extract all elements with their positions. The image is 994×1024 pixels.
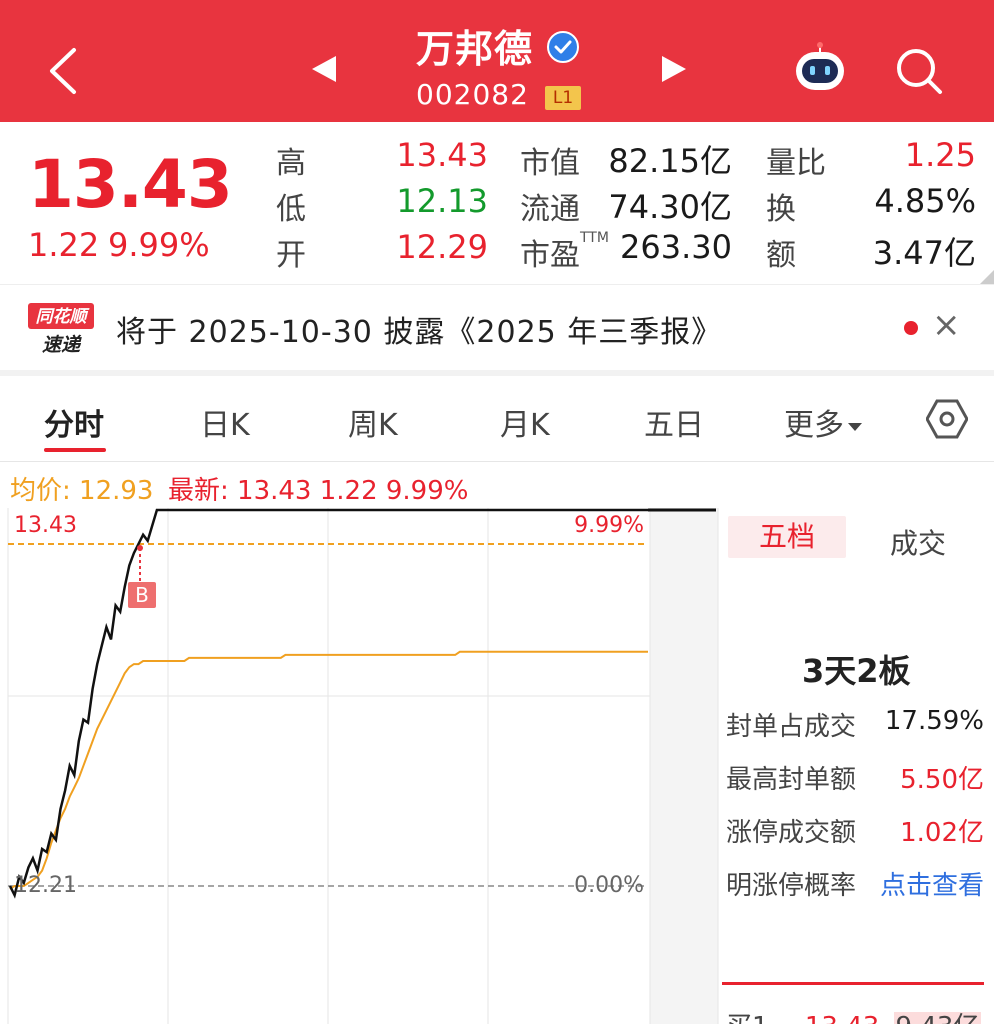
seal-ratio-label: 封单占成交 — [726, 712, 857, 742]
svg-text:同花顺: 同花顺 — [36, 307, 91, 327]
stock-code: 002082 — [416, 78, 529, 111]
y-top-label: 13.43 — [14, 513, 77, 538]
amount-value: 3.47亿 — [872, 234, 976, 272]
float-label: 流通 — [520, 192, 580, 227]
news-text[interactable]: 将于 2025-10-30 披露《2025 年三季报》 — [116, 307, 722, 351]
open-label: 开 — [276, 238, 306, 273]
probability-label: 明涨停概率 — [726, 871, 857, 901]
y-top-pct-label: 9.99% — [574, 513, 644, 538]
close-icon[interactable]: × — [932, 305, 961, 345]
price-series-line — [8, 508, 648, 899]
bid1-price: 13.43 — [805, 1012, 879, 1024]
high-label: 高 — [276, 146, 306, 181]
limit-streak: 3天2板 — [802, 652, 911, 690]
low-label: 低 — [276, 192, 306, 227]
low-value: 12.13 — [396, 182, 488, 220]
series-layer — [8, 508, 716, 899]
settings-hexagon-icon[interactable] — [926, 398, 968, 440]
y-base-pct-label: 0.00% — [574, 873, 644, 898]
turnover-label: 换 — [766, 192, 796, 227]
intraday-chart-svg: B 13.43 9.99% 12.21 0.00% — [7, 508, 719, 1024]
search-icon[interactable] — [892, 44, 946, 98]
pe-value: 263.30 — [620, 228, 732, 266]
prev-stock-icon[interactable] — [308, 52, 342, 86]
max-seal-row: 最高封单额 5.50亿 — [726, 759, 984, 799]
probability-link[interactable]: 点击查看 — [880, 865, 984, 902]
svg-text:速递: 速递 — [42, 334, 82, 356]
pe-label: 市盈TTM — [520, 230, 609, 273]
panel-divider — [722, 982, 984, 985]
tab-weekly-k[interactable]: 周K — [348, 400, 398, 444]
chart-tabs: 分时 日K 周K 月K 五日 更多 — [0, 376, 994, 462]
seal-ratio-value: 17.59% — [884, 706, 984, 736]
tab-five-day[interactable]: 五日 — [644, 400, 704, 444]
back-arrow-icon[interactable] — [40, 44, 90, 98]
price-change-pct: 9.99% — [108, 226, 210, 264]
news-banner[interactable]: 同花顺 速递 将于 2025-10-30 披露《2025 年三季报》 × — [0, 284, 994, 370]
mktcap-value: 82.15亿 — [608, 142, 732, 180]
verified-icon — [547, 31, 579, 63]
tonghuashun-express-logo-icon: 同花顺 速递 — [28, 303, 94, 356]
volratio-label: 量比 — [766, 146, 826, 181]
probability-row: 明涨停概率 点击查看 — [726, 865, 984, 905]
tab-intraday[interactable]: 分时 — [44, 400, 104, 444]
avg-price-series-line — [9, 650, 648, 890]
after-hours-area — [650, 508, 718, 1024]
max-seal-label: 最高封单额 — [726, 765, 857, 795]
expand-corner-icon[interactable] — [980, 270, 994, 284]
float-value: 74.30亿 — [608, 188, 732, 226]
limit-turnover-label: 涨停成交额 — [726, 818, 857, 848]
quote-panel: 13.43 1.22 9.99% 高 低 开 13.43 12.13 12.29… — [0, 122, 994, 284]
level-badge: L1 — [545, 86, 581, 110]
robot-assistant-icon[interactable] — [790, 40, 850, 96]
limit-up-panel: 五档 成交 3天2板 封单占成交 17.59% 最高封单额 5.50亿 涨停成交… — [722, 510, 994, 1024]
buy-marker-dot — [137, 545, 143, 551]
seal-ratio-row: 封单占成交 17.59% — [726, 706, 984, 746]
mktcap-label: 市值 — [520, 146, 580, 181]
open-value: 12.29 — [396, 228, 488, 266]
amount-label: 额 — [766, 238, 796, 273]
limit-turnover-value: 1.02亿 — [900, 818, 984, 848]
tab-monthly-k[interactable]: 月K — [500, 400, 550, 444]
volratio-value: 1.25 — [904, 136, 976, 174]
high-value: 13.43 — [396, 136, 488, 174]
buy-marker-text: B — [135, 583, 149, 607]
y-base-label: 12.21 — [14, 873, 77, 898]
tab-more[interactable]: 更多 — [784, 400, 862, 444]
chevron-down-icon — [848, 422, 862, 431]
max-seal-value: 5.50亿 — [900, 765, 984, 795]
limit-turnover-row: 涨停成交额 1.02亿 — [726, 812, 984, 852]
tab-trades[interactable]: 成交 — [890, 522, 946, 562]
price-change: 1.22 — [28, 226, 100, 264]
stock-header: 万邦德 002082 L1 — [0, 0, 994, 122]
bid1-row: 买1 13.43 9.43亿 — [726, 1006, 982, 1024]
stock-name: 万邦德 — [416, 27, 534, 71]
tab-daily-k[interactable]: 日K — [200, 400, 250, 444]
turnover-value: 4.85% — [874, 182, 976, 220]
current-price: 13.43 — [28, 146, 233, 223]
next-stock-icon[interactable] — [656, 52, 690, 86]
intraday-chart[interactable]: B 13.43 9.99% 12.21 0.00% — [0, 500, 720, 1024]
active-tab-indicator — [44, 448, 106, 452]
bid1-volume: 9.43亿 — [893, 1012, 982, 1024]
unread-dot-icon — [904, 321, 918, 335]
tab-order-book[interactable]: 五档 — [728, 516, 846, 558]
bid1-label: 买1 — [726, 1012, 769, 1024]
